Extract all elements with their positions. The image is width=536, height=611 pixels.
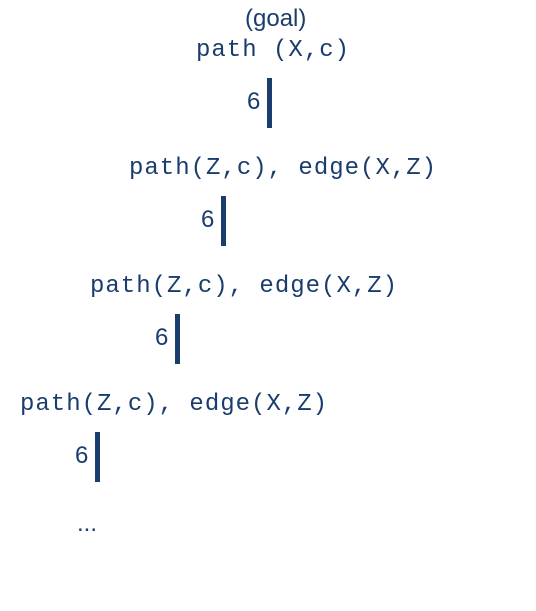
tree-node-2: path(Z,c), edge(X,Z) <box>90 273 398 300</box>
tree-node-3: path(Z,c), edge(X,Z) <box>20 391 328 418</box>
tree-edge-3-line <box>95 432 100 482</box>
ellipsis: ... <box>77 510 97 538</box>
tree-node-0: path (X,c) <box>196 37 350 64</box>
tree-edge-0-line <box>267 78 272 128</box>
tree-edge-1-line <box>221 196 226 246</box>
tree-edge-2-line <box>175 314 180 364</box>
tree-edge-0-label: 6 <box>247 88 260 116</box>
tree-edge-1-label: 6 <box>201 206 214 234</box>
tree-node-1: path(Z,c), edge(X,Z) <box>129 155 437 182</box>
tree-edge-3-label: 6 <box>75 442 88 470</box>
tree-edge-2-label: 6 <box>155 324 168 352</box>
goal-label: (goal) <box>245 5 306 33</box>
